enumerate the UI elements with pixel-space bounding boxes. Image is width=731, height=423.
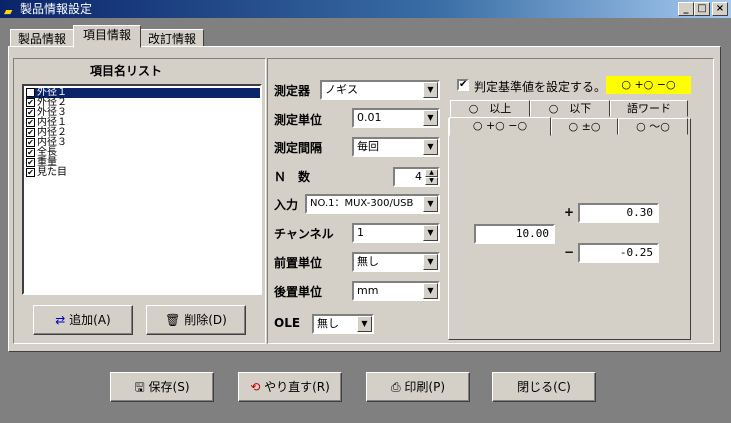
trash-icon: 🗑 xyxy=(165,313,185,327)
item-list[interactable]: ✔ 外径１ ✔ 外径２ ✔ 外径３ ✔ 内径１ ✔ 内径２ ✔ 内径３ ✔ 全長 ✔ 重量 ✔ 見… xyxy=(22,84,262,295)
interval-label: 測定間隔 xyxy=(274,141,323,155)
dropdown-arrow-icon[interactable]: ▼ xyxy=(423,225,438,241)
plus-sign: + xyxy=(564,205,575,219)
upper-tolerance-input[interactable]: 0.30 xyxy=(578,203,659,223)
tab-word[interactable]: 語ワード xyxy=(610,100,688,117)
close-button[interactable]: 閉じる(C) xyxy=(492,372,596,402)
dropdown-arrow-icon[interactable]: ▼ xyxy=(357,316,372,332)
interval-select[interactable]: 毎回 ▼ xyxy=(352,137,440,157)
instrument-label: 測定器 xyxy=(274,84,311,98)
checkbox[interactable]: ✔ xyxy=(26,98,35,107)
save-button[interactable]: 🖫 保存(S) xyxy=(110,372,214,402)
dropdown-arrow-icon[interactable]: ▼ xyxy=(423,82,438,98)
dropdown-arrow-icon[interactable]: ▼ xyxy=(423,139,438,155)
judgement-mode-badge: ○ +○ −○ xyxy=(606,76,691,94)
instrument-select[interactable]: ノギス ▼ xyxy=(320,80,440,100)
add-button[interactable]: ⇄ 追加(A) xyxy=(33,305,133,335)
unit-select[interactable]: 0.01 ▼ xyxy=(352,108,440,128)
delete-button[interactable]: 🗑 削除(D) xyxy=(146,305,246,335)
title-bar: ▰ 製品情報設定 _ □ × xyxy=(0,0,731,18)
spin-up-icon[interactable]: ▲ xyxy=(425,169,438,177)
lower-tolerance-input[interactable]: -0.25 xyxy=(578,243,659,263)
tab-above[interactable]: ○ 以上 xyxy=(450,100,530,117)
judgement-checkbox-label: 判定基準値を設定する。 xyxy=(474,80,607,94)
checkbox[interactable]: ✔ xyxy=(26,168,35,177)
printer-icon: ⎙ xyxy=(390,380,405,394)
tab-range[interactable]: ○ ～○ xyxy=(618,118,688,135)
dropdown-arrow-icon[interactable]: ▼ xyxy=(423,254,438,270)
channel-label: チャンネル xyxy=(274,227,334,241)
tab-below[interactable]: ○ 以下 xyxy=(530,100,610,117)
redo-button[interactable]: ⟲ やり直す(R) xyxy=(238,372,342,402)
print-button[interactable]: ⎙ 印刷(P) xyxy=(366,372,470,402)
close-window-button[interactable]: × xyxy=(712,2,728,16)
nominal-value-input[interactable]: 10.00 xyxy=(474,224,555,244)
tab-item-info[interactable]: 項目情報 xyxy=(73,25,141,48)
input-select[interactable]: NO.1：MUX-300/USB ▼ xyxy=(305,194,440,214)
redo-icon: ⟲ xyxy=(250,380,265,394)
spin-down-icon[interactable]: ▼ xyxy=(425,177,438,185)
save-icon: 🖫 xyxy=(134,380,149,394)
list-item[interactable]: ✔ 見た目 xyxy=(26,168,67,178)
checkbox[interactable]: ✔ xyxy=(26,138,35,147)
checkbox[interactable]: ✔ xyxy=(26,118,35,127)
checkbox[interactable]: ✔ xyxy=(26,88,35,97)
window-title: 製品情報設定 xyxy=(20,2,93,16)
n-count-label: Ｎ 数 xyxy=(274,170,311,184)
checkbox[interactable]: ✔ xyxy=(26,158,35,167)
n-count-spinner[interactable]: 4 ▲ ▼ xyxy=(393,167,440,187)
item-list-title: 項目名リスト xyxy=(90,64,163,78)
input-label: 入力 xyxy=(274,198,299,212)
post-unit-label: 後置単位 xyxy=(274,285,323,299)
dropdown-arrow-icon[interactable]: ▼ xyxy=(423,196,438,212)
post-unit-select[interactable]: mm ▼ xyxy=(352,281,440,301)
pre-unit-select[interactable]: 無し ▼ xyxy=(352,252,440,272)
dropdown-arrow-icon[interactable]: ▼ xyxy=(423,110,438,126)
unit-label: 測定単位 xyxy=(274,113,323,127)
checkbox[interactable]: ✔ xyxy=(26,148,35,157)
tab-plus-minus[interactable]: ○ ±○ xyxy=(551,118,618,135)
maximize-button[interactable]: □ xyxy=(694,2,710,16)
judgement-checkbox[interactable]: ✔ xyxy=(457,79,469,91)
minus-sign: − xyxy=(564,245,575,259)
add-icon: ⇄ xyxy=(55,313,70,327)
channel-select[interactable]: 1 ▼ xyxy=(352,223,440,243)
ole-select[interactable]: 無し ▼ xyxy=(312,314,374,334)
minimize-button[interactable]: _ xyxy=(678,2,694,16)
dropdown-arrow-icon[interactable]: ▼ xyxy=(423,283,438,299)
ole-label: OLE xyxy=(274,316,301,330)
checkbox[interactable]: ✔ xyxy=(26,108,35,117)
checkbox[interactable]: ✔ xyxy=(26,128,35,137)
pre-unit-label: 前置単位 xyxy=(274,256,323,270)
tab-plus-minus-range[interactable]: ○ +○ −○ xyxy=(449,117,551,136)
